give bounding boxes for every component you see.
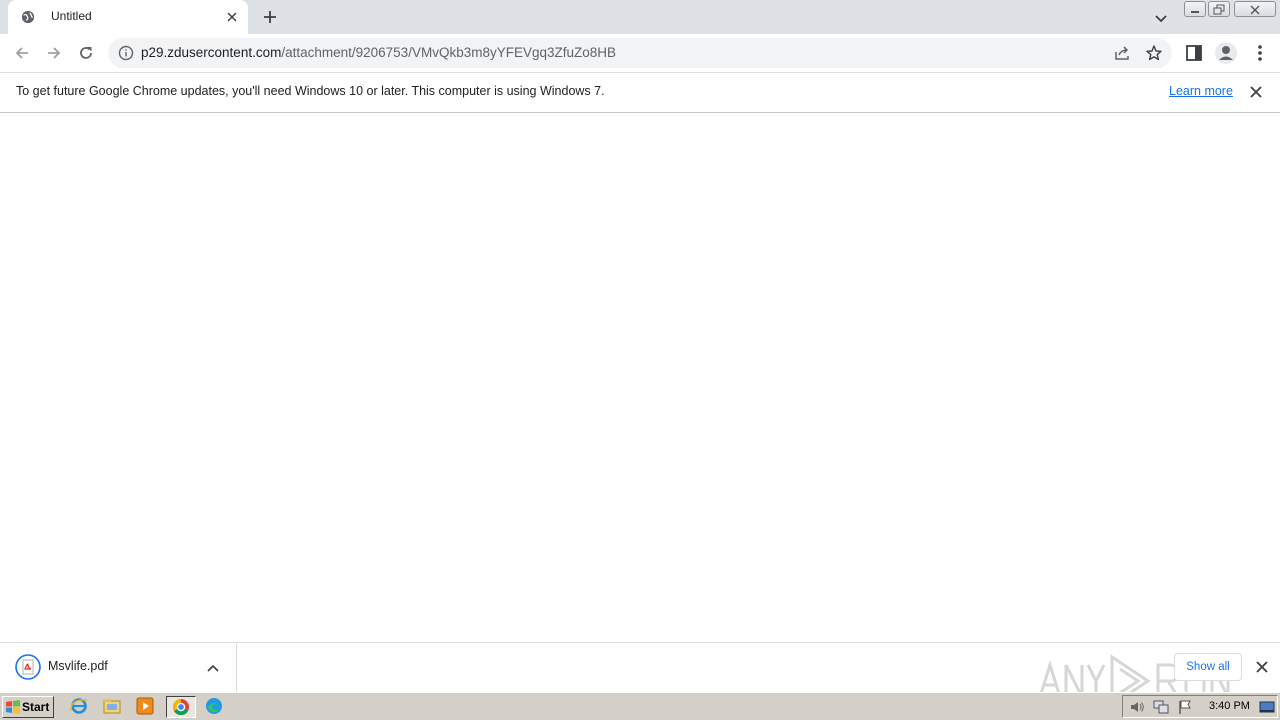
show-all-button[interactable]: Show all [1174,653,1242,681]
minimize-icon [1191,11,1199,13]
reload-icon[interactable] [76,43,96,63]
taskbar-edge[interactable] [203,696,227,718]
clock[interactable]: 3:40 PM [1209,700,1250,712]
new-tab-plus-icon[interactable] [260,7,280,27]
close-icon [1250,5,1260,15]
tab-title: Untitled [51,9,92,23]
windows-flag-icon [6,700,20,714]
restore-icon [1213,4,1225,15]
bookmark-star-icon[interactable] [1145,44,1163,62]
chevron-up-icon[interactable] [205,660,221,676]
show-desktop-icon[interactable] [1259,699,1275,715]
file-explorer-icon [103,699,121,714]
forward-arrow-icon[interactable] [44,43,64,63]
pdf-file-icon [15,654,41,680]
share-icon[interactable] [1113,44,1131,62]
globe-icon [21,10,35,24]
browser-window: { "tab": { "title": "Untitled", "favicon… [0,0,1280,720]
windows-taskbar: Start 3:40 PM [0,692,1280,720]
download-item[interactable]: Msvlife.pdf [0,643,237,693]
window-controls [1182,0,1280,18]
taskbar-file-explorer[interactable] [101,696,125,718]
start-button[interactable]: Start [2,696,54,718]
close-window-button[interactable] [1234,1,1276,17]
url-path: /attachment/9206753/VMvQkb3m8yYFEVgq3Zfu… [281,45,617,60]
browser-toolbar: p29.zdusercontent.com/attachment/9206753… [0,34,1280,73]
restore-button[interactable] [1208,1,1230,17]
page-content[interactable] [0,113,1280,642]
taskbar-media-player[interactable] [134,696,158,718]
edge-icon [206,698,222,714]
update-infobar: To get future Google Chrome updates, you… [0,73,1280,113]
download-filename: Msvlife.pdf [48,659,108,673]
back-arrow-icon[interactable] [12,43,32,63]
volume-icon[interactable] [1129,699,1145,715]
infobar-message: To get future Google Chrome updates, you… [16,84,605,98]
download-shelf: Msvlife.pdf Show all [0,642,1280,708]
profile-avatar-icon[interactable] [1214,41,1238,65]
side-panel-icon[interactable] [1184,43,1204,63]
url-host: p29.zdusercontent.com [141,45,282,60]
action-center-flag-icon[interactable] [1177,699,1193,715]
media-player-icon [136,697,154,715]
network-icon[interactable] [1153,699,1169,715]
site-info-icon[interactable] [118,45,134,61]
address-bar[interactable]: p29.zdusercontent.com/attachment/9206753… [108,38,1172,68]
close-tab-icon[interactable] [224,9,240,25]
chrome-icon [172,698,189,716]
tab-untitled[interactable]: Untitled [8,0,248,34]
internet-explorer-icon [70,698,88,714]
url-text: p29.zdusercontent.com/attachment/9206753… [141,45,616,60]
close-download-shelf-icon[interactable] [1254,659,1270,675]
learn-more-link[interactable]: Learn more [1169,84,1233,98]
minimize-button[interactable] [1184,1,1206,17]
menu-kebab-icon[interactable] [1250,43,1270,63]
close-infobar-icon[interactable] [1248,84,1264,100]
taskbar-internet-explorer[interactable] [68,696,92,718]
taskbar-chrome[interactable] [166,696,196,718]
system-tray: 3:40 PM [1122,695,1278,718]
tab-strip: Untitled [0,0,1280,34]
chevron-down-icon[interactable] [1152,9,1170,27]
start-label: Start [22,700,50,714]
